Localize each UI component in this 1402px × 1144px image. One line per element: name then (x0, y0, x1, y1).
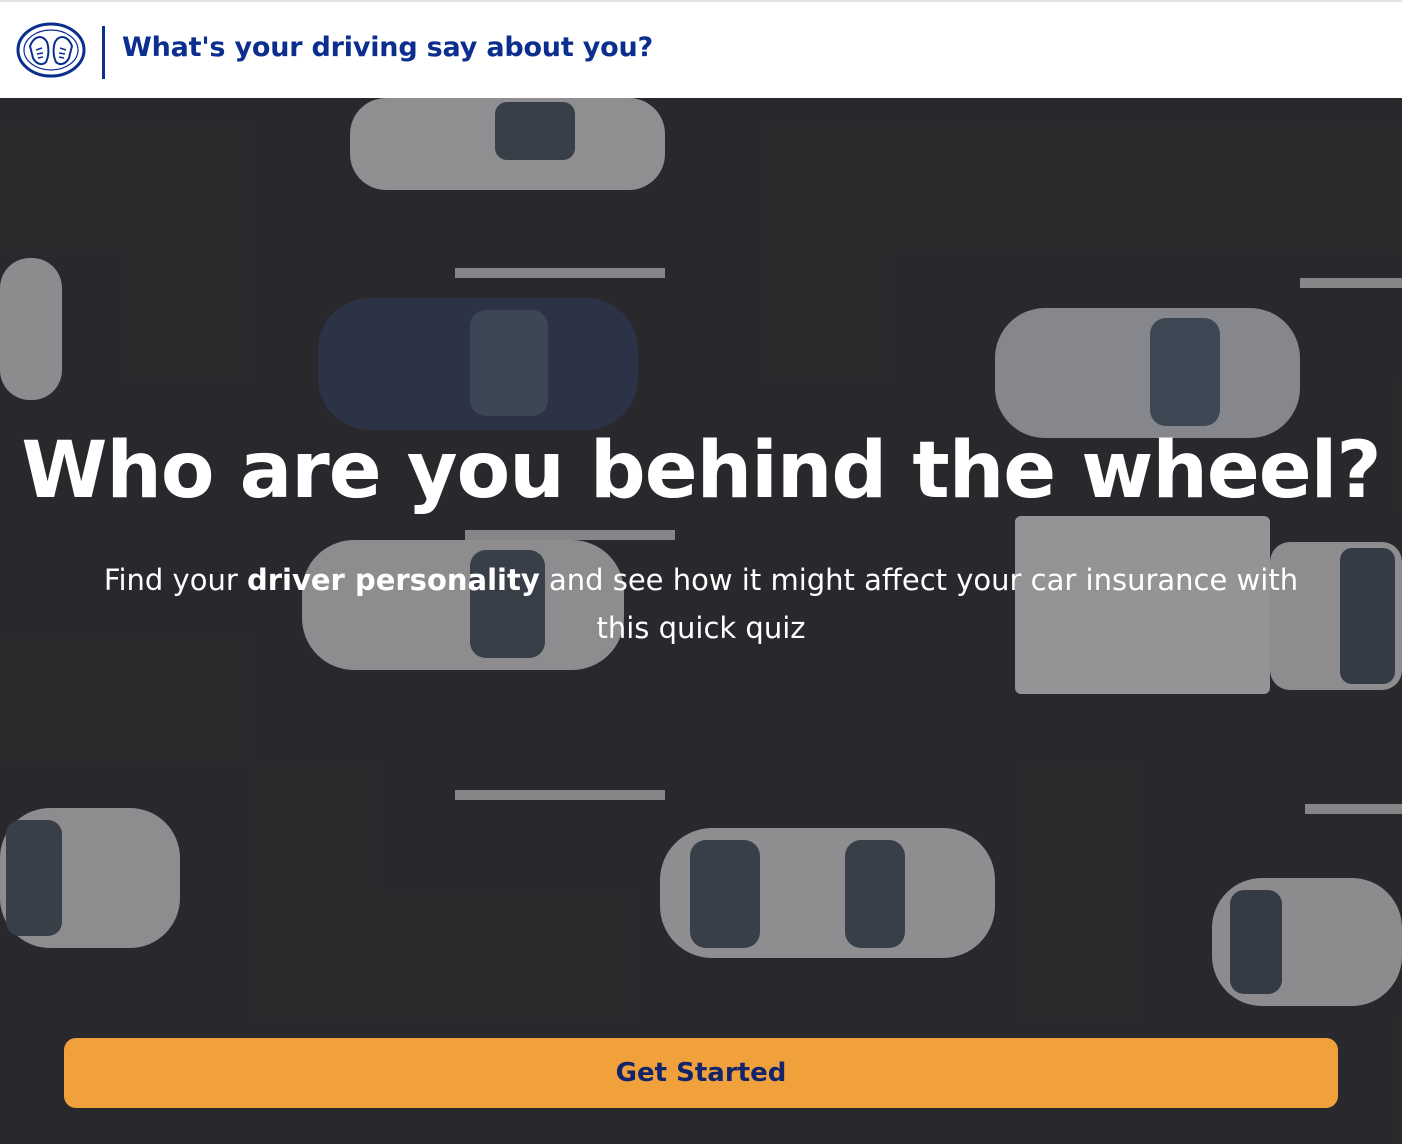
subtext-rest: and see how it might affect your car ins… (539, 563, 1299, 645)
site-header: What's your driving say about you? (0, 0, 1402, 98)
subtext-emphasis: driver personality (246, 563, 540, 597)
header-divider (102, 26, 105, 79)
hero-subtext: Find your driver personality and see how… (80, 556, 1322, 652)
subtext-lead: Find your (103, 563, 247, 597)
allstate-hands-icon[interactable] (16, 22, 86, 78)
get-started-button[interactable]: Get Started (64, 1038, 1338, 1108)
hero-headline: Who are you behind the wheel? (21, 426, 1381, 516)
header-title: What's your driving say about you? (122, 32, 653, 63)
hero-section: Who are you behind the wheel? Find your … (0, 98, 1402, 1144)
